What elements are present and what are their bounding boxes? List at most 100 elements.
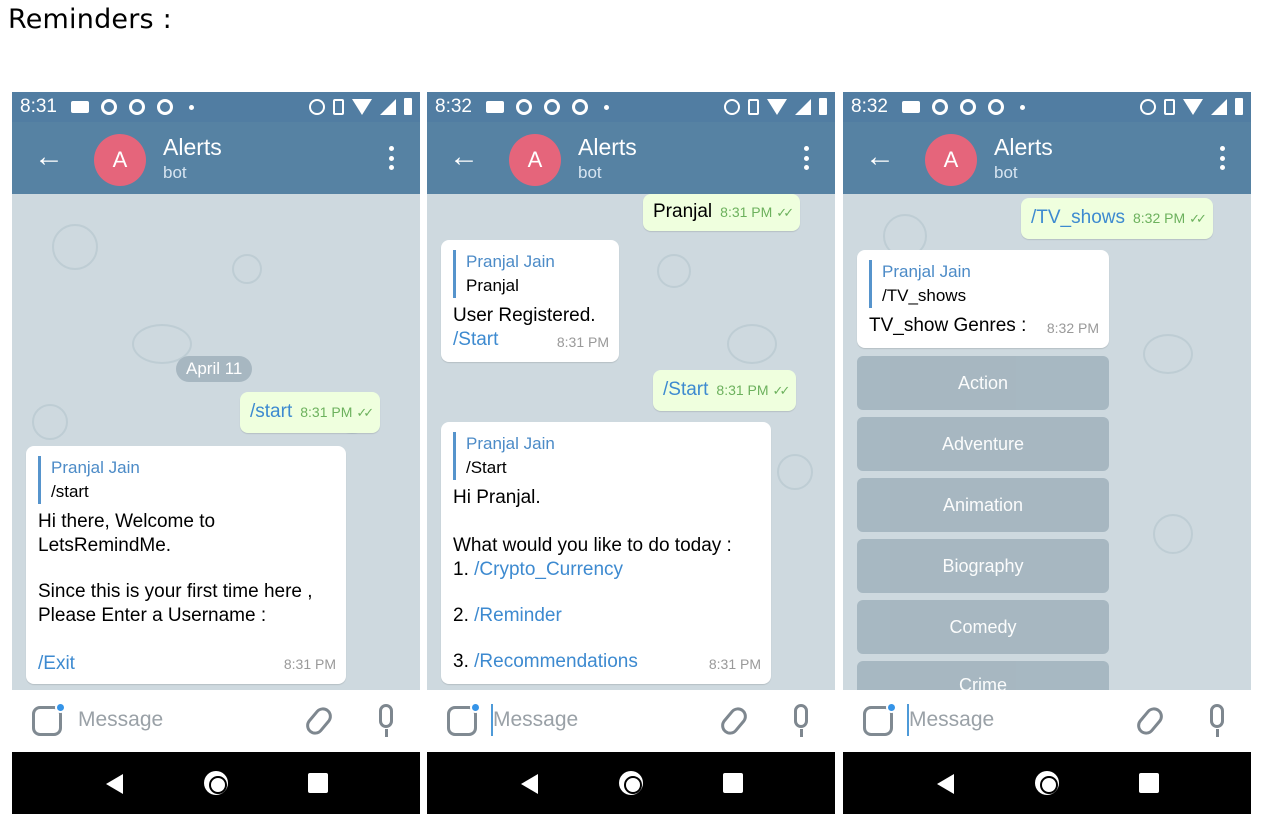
- message-time: 8:31 PM: [720, 204, 773, 220]
- sticker-icon[interactable]: [32, 702, 66, 736]
- message-notification-icon: [485, 101, 504, 113]
- alarm-icon: [724, 98, 740, 115]
- nav-back-icon[interactable]: [937, 774, 954, 794]
- phone-screenshot-1: 8:31 ← A Alerts bot April 11 /start 8:31 …: [12, 92, 420, 814]
- chat-subtitle: bot: [163, 163, 187, 182]
- reply-quote[interactable]: Pranjal Jain /TV_shows: [869, 260, 1097, 308]
- read-ticks-icon: ✓✓: [1189, 211, 1207, 226]
- vibrate-icon: [1164, 98, 1175, 115]
- microphone-icon[interactable]: [1210, 704, 1224, 728]
- quote-text: /start: [51, 482, 89, 501]
- sticker-icon[interactable]: [863, 702, 897, 736]
- chat-area[interactable]: /TV_shows 8:32 PM ✓✓ Pranjal Jain /TV_show…: [843, 194, 1251, 690]
- doodle-pattern-icon: [52, 224, 98, 270]
- reply-quote[interactable]: Pranjal Jain /Start: [453, 432, 759, 480]
- nav-recents-icon[interactable]: [308, 773, 328, 793]
- outgoing-message[interactable]: Pranjal 8:31 PM ✓✓: [643, 194, 801, 231]
- outgoing-message[interactable]: /TV_shows 8:32 PM ✓✓: [1021, 198, 1213, 239]
- avatar[interactable]: A: [925, 134, 977, 186]
- quote-text: Pranjal: [466, 276, 519, 295]
- chat-title[interactable]: Alerts: [994, 134, 1053, 161]
- phone-screenshot-2: 8:32 ← A Alerts bot Pranjal 8:31 PM ✓✓ Pr: [427, 92, 835, 814]
- message-text: Hi there, Welcome to: [38, 511, 216, 532]
- avatar[interactable]: A: [509, 134, 561, 186]
- chat-title[interactable]: Alerts: [163, 134, 222, 161]
- attach-icon[interactable]: [302, 703, 336, 739]
- quote-text: /TV_shows: [882, 286, 967, 305]
- message-text: Since this is your first time here ,: [38, 581, 313, 602]
- more-options-icon[interactable]: [388, 146, 394, 170]
- nav-back-icon[interactable]: [106, 774, 123, 794]
- reply-quote[interactable]: Pranjal Jain Pranjal: [453, 250, 607, 298]
- keyboard-button-biography[interactable]: Biography: [857, 539, 1109, 593]
- keyboard-button-comedy[interactable]: Comedy: [857, 600, 1109, 654]
- microphone-icon[interactable]: [379, 704, 393, 728]
- incoming-message[interactable]: Pranjal Jain /start Hi there, Welcome to…: [26, 446, 346, 684]
- chat-area[interactable]: April 11 /start 8:31 PM ✓✓ Pranjal Jain /s…: [12, 194, 420, 690]
- nav-recents-icon[interactable]: [723, 773, 743, 793]
- quote-author: Pranjal Jain: [466, 434, 555, 453]
- microphone-icon[interactable]: [794, 704, 808, 728]
- nav-home-icon[interactable]: [619, 771, 643, 795]
- sticker-icon[interactable]: [447, 702, 481, 736]
- incoming-message[interactable]: Pranjal Jain Pranjal User Registered. /S…: [441, 240, 619, 362]
- keyboard-button-crime[interactable]: Crime: [857, 661, 1109, 690]
- chat-header: ← A Alerts bot: [843, 122, 1251, 194]
- message-text[interactable]: /Start: [663, 379, 708, 400]
- nav-home-icon[interactable]: [204, 771, 228, 795]
- wifi-icon: [1183, 98, 1203, 115]
- message-text[interactable]: /start: [250, 401, 292, 422]
- chrome-notification-icon: [987, 99, 1004, 115]
- back-arrow-icon[interactable]: ←: [34, 140, 64, 174]
- avatar[interactable]: A: [94, 134, 146, 186]
- crypto-command-link[interactable]: /Crypto_Currency: [474, 559, 623, 580]
- message-input[interactable]: Message: [909, 708, 994, 732]
- more-notifications-dot-icon: [188, 104, 194, 110]
- doodle-pattern-icon: [777, 454, 813, 490]
- battery-icon: [819, 98, 827, 115]
- doodle-pattern-icon: [727, 324, 777, 364]
- nav-home-icon[interactable]: [1035, 771, 1059, 795]
- chat-area[interactable]: Pranjal 8:31 PM ✓✓ Pranjal Jain Pranjal Us…: [427, 194, 835, 690]
- incoming-message[interactable]: Pranjal Jain /Start Hi Pranjal. What wou…: [441, 422, 771, 684]
- date-separator: April 11: [176, 356, 253, 382]
- message-input[interactable]: Message: [493, 708, 578, 732]
- page-heading: Reminders :: [8, 4, 172, 35]
- incoming-message[interactable]: Pranjal Jain /TV_shows TV_show Genres : …: [857, 250, 1109, 348]
- keyboard-button-animation[interactable]: Animation: [857, 478, 1109, 532]
- chrome-notification-icon: [156, 99, 173, 115]
- recommendations-command-link[interactable]: /Recommendations: [474, 651, 638, 672]
- back-arrow-icon[interactable]: ←: [449, 140, 479, 174]
- nav-recents-icon[interactable]: [1139, 773, 1159, 793]
- microphone-stand-icon: [385, 729, 388, 737]
- more-options-icon[interactable]: [1219, 146, 1225, 170]
- wifi-icon: [352, 98, 372, 115]
- message-input[interactable]: Message: [78, 708, 163, 732]
- attach-icon[interactable]: [1133, 703, 1167, 739]
- item-number: 3.: [453, 651, 469, 672]
- quote-author: Pranjal Jain: [882, 262, 971, 281]
- nav-back-icon[interactable]: [521, 774, 538, 794]
- keyboard-button-action[interactable]: Action: [857, 356, 1109, 410]
- chrome-notification-icon: [931, 99, 948, 115]
- attach-icon[interactable]: [717, 703, 751, 739]
- back-arrow-icon[interactable]: ←: [865, 140, 895, 174]
- keyboard-button-adventure[interactable]: Adventure: [857, 417, 1109, 471]
- microphone-stand-icon: [800, 729, 803, 737]
- message-text: Please Enter a Username :: [38, 605, 267, 626]
- read-ticks-icon: ✓✓: [356, 405, 374, 420]
- battery-icon: [404, 98, 412, 115]
- vibrate-icon: [333, 98, 344, 115]
- alarm-icon: [1140, 98, 1156, 115]
- outgoing-message[interactable]: /Start 8:31 PM ✓✓: [653, 370, 797, 411]
- reply-quote[interactable]: Pranjal Jain /start: [38, 456, 334, 504]
- vibrate-icon: [748, 98, 759, 115]
- more-notifications-dot-icon: [1019, 104, 1025, 110]
- more-options-icon[interactable]: [803, 146, 809, 170]
- outgoing-message[interactable]: /start 8:31 PM ✓✓: [240, 392, 381, 433]
- chat-title[interactable]: Alerts: [578, 134, 637, 161]
- read-ticks-icon: ✓✓: [772, 383, 791, 398]
- reminder-command-link[interactable]: /Reminder: [474, 605, 562, 626]
- menu-item-reminder: 2. /Reminder: [453, 604, 759, 628]
- message-text[interactable]: /TV_shows: [1031, 207, 1125, 228]
